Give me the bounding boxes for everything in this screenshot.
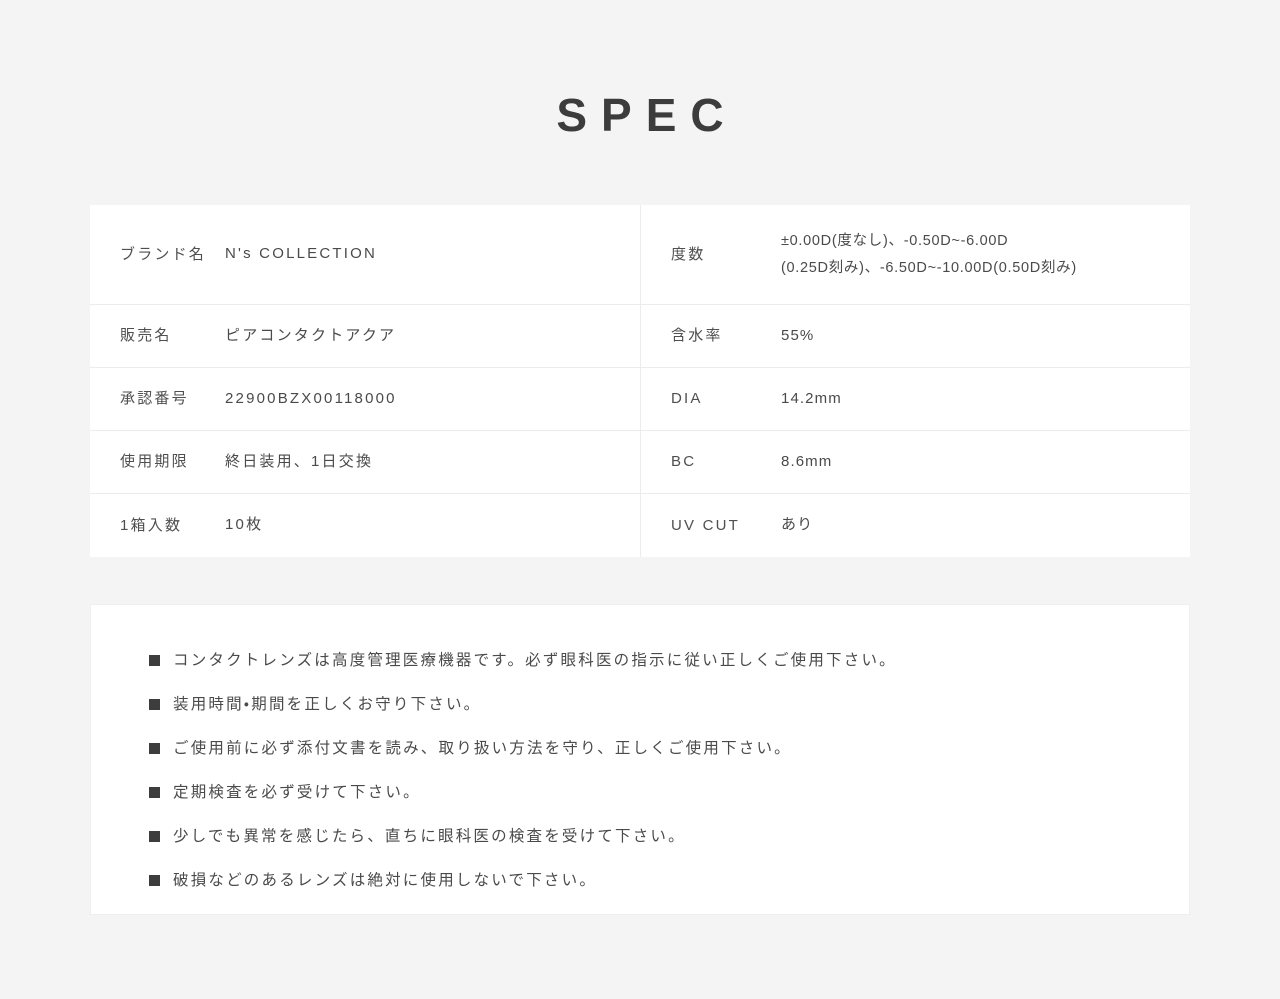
spec-value-usage-period: 終日装用、1日交換 [225, 452, 374, 470]
spec-label-usage-period: 使用期限 [120, 453, 189, 470]
spec-value-uv-cut: あり [781, 516, 814, 534]
table-row: 含水率 55% [641, 305, 1190, 368]
notice-text: 破損などのあるレンズは絶対に使用しないで下さい。 [173, 872, 598, 890]
table-row: 使用期限 終日装用、1日交換 [90, 431, 640, 494]
spec-value-quantity-per-box: 10枚 [225, 516, 264, 534]
spec-value-power: ±0.00D(度なし)、-0.50D~-6.00D (0.25D刻み)、-6.5… [781, 228, 1190, 282]
spec-value-bc: 8.6mm [781, 452, 833, 470]
square-bullet-icon [149, 787, 160, 799]
table-row: 承認番号 22900BZX00118000 [90, 368, 640, 431]
list-item: コンタクトレンズは高度管理医療機器です。必ず眼科医の指示に従い正しくご使用下さい… [149, 649, 1149, 673]
list-item: 破損などのあるレンズは絶対に使用しないで下さい。 [149, 869, 1149, 893]
spec-table-right-column: 度数 ±0.00D(度なし)、-0.50D~-6.00D (0.25D刻み)、-… [640, 205, 1190, 557]
notice-text: 装用時間・期間を正しくお守り下さい。 [173, 696, 482, 714]
spec-label-approval-number: 承認番号 [120, 390, 189, 407]
square-bullet-icon [149, 743, 160, 755]
notice-list: コンタクトレンズは高度管理医療機器です。必ず眼科医の指示に従い正しくご使用下さい… [149, 649, 1149, 893]
spec-label-bc: BC [671, 453, 697, 470]
notice-text: コンタクトレンズは高度管理医療機器です。必ず眼科医の指示に従い正しくご使用下さい… [173, 652, 897, 669]
list-item: 装用時間・期間を正しくお守り下さい。 [149, 693, 1149, 717]
table-row: 1箱入数 10枚 [90, 494, 640, 557]
square-bullet-icon [149, 699, 160, 711]
spec-value-water-content: 55% [781, 326, 815, 344]
square-bullet-icon [149, 875, 160, 887]
notice-text: 定期検査を必ず受けて下さい。 [173, 784, 421, 802]
spec-value-brand-name: N's COLLECTION [225, 245, 378, 263]
table-row: BC 8.6mm [641, 431, 1190, 494]
spec-value-power-line-2: (0.25D刻み)、-6.50D~-10.00D(0.50D刻み) [781, 259, 1077, 276]
table-row: ブランド名 N's COLLECTION [90, 205, 640, 305]
list-item: ご使用前に必ず添付文書を読み、取り扱い方法を守り、正しくご使用下さい。 [149, 737, 1149, 761]
table-row: 販売名 ピアコンタクトアクア [90, 305, 640, 368]
spec-value-product-name: ピアコンタクトアクア [225, 326, 397, 344]
page-title: SPEC [556, 89, 738, 141]
table-row: UV CUT あり [641, 494, 1190, 557]
spec-label-power: 度数 [671, 245, 706, 263]
spec-page: SPEC ブランド名 N's COLLECTION 販売名 ピアコンタクトアクア… [0, 0, 1280, 999]
notice-text: ご使用前に必ず添付文書を読み、取り扱い方法を守り、正しくご使用下さい。 [173, 740, 792, 758]
square-bullet-icon [149, 831, 160, 843]
notice-text: 少しでも異常を感じたら、直ちに眼科医の検査を受けて下さい。 [173, 828, 686, 846]
spec-label-quantity-per-box: 1箱入数 [120, 516, 183, 534]
spec-label-uv-cut: UV CUT [671, 516, 741, 534]
spec-label-brand-name: ブランド名 [120, 245, 207, 263]
table-row: DIA 14.2mm [641, 368, 1190, 431]
spec-value-dia: 14.2mm [781, 389, 842, 407]
spec-label-dia: DIA [671, 390, 703, 407]
spec-label-product-name: 販売名 [120, 327, 172, 344]
list-item: 定期検査を必ず受けて下さい。 [149, 781, 1149, 805]
spec-table-left-column: ブランド名 N's COLLECTION 販売名 ピアコンタクトアクア 承認番号… [90, 205, 640, 557]
square-bullet-icon [149, 655, 160, 666]
spec-value-power-line-1: ±0.00D(度なし)、-0.50D~-6.00D [781, 232, 1009, 249]
spec-label-water-content: 含水率 [671, 327, 723, 344]
spec-table: ブランド名 N's COLLECTION 販売名 ピアコンタクトアクア 承認番号… [90, 205, 1190, 557]
list-item: 少しでも異常を感じたら、直ちに眼科医の検査を受けて下さい。 [149, 825, 1149, 849]
notice-box: コンタクトレンズは高度管理医療機器です。必ず眼科医の指示に従い正しくご使用下さい… [90, 604, 1190, 915]
table-row: 度数 ±0.00D(度なし)、-0.50D~-6.00D (0.25D刻み)、-… [641, 205, 1190, 305]
spec-value-approval-number: 22900BZX00118000 [225, 389, 397, 407]
